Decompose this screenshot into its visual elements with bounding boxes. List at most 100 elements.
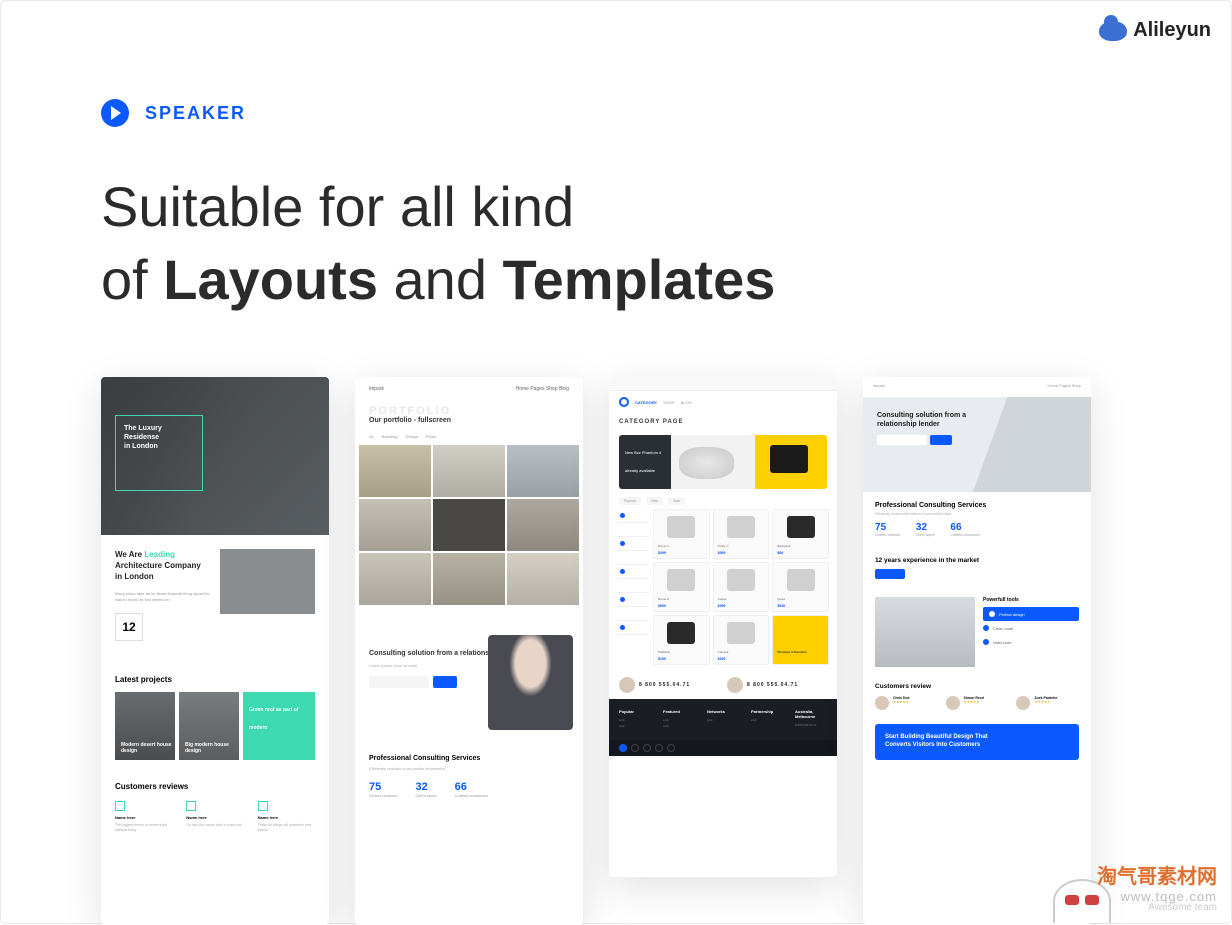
t1-hero-line1: The Luxury — [124, 424, 194, 433]
t2-consult: Consulting solution from a relationship … — [355, 635, 583, 745]
headline-line2a: of — [101, 248, 163, 311]
product: Backpack$89 — [772, 509, 829, 559]
product: Camera$299 — [713, 615, 770, 665]
product: Drone X$499 — [653, 509, 710, 559]
social-icon — [667, 744, 675, 752]
t3-contact: 8 800 555.04.71 8 800 555.04.71 — [609, 671, 837, 699]
dot-icon — [620, 597, 625, 602]
feat-item: Valid code — [983, 635, 1079, 649]
t1-proj1: Modern desert house design — [115, 692, 175, 760]
t1-hero-box: The Luxury Residense in London — [115, 415, 203, 491]
footer-col: FeaturedLinkLink — [663, 709, 695, 730]
product: Drone Z$699 — [653, 562, 710, 612]
stat: 66Coffees consumed — [950, 522, 979, 537]
t3-body: Drone X$499 Drone Y$599 Backpack$89 Dron… — [609, 509, 837, 665]
side-item — [617, 579, 649, 593]
grid-item — [507, 499, 579, 551]
grid-item — [507, 445, 579, 497]
t1-hero-line3: in London — [124, 442, 194, 451]
check-icon — [115, 801, 125, 811]
footer-col: PartnershipLink — [751, 709, 783, 730]
t1-proj3: Green roof as part of modern — [243, 692, 315, 760]
t3-footer: PopularLinkLink FeaturedLinkLink Network… — [609, 699, 837, 740]
dot-icon — [620, 569, 625, 574]
t1-hero-line2: Residense — [124, 433, 194, 442]
avatar-icon — [875, 696, 889, 710]
avatar-icon — [619, 677, 635, 693]
t1-projects: Modern desert house design Big modern ho… — [115, 692, 315, 760]
t3-filters: PopularNewSale — [609, 493, 837, 509]
template-row: The Luxury Residense in London We Are Le… — [101, 377, 1211, 925]
person-image — [488, 635, 573, 730]
button-placeholder — [433, 676, 457, 688]
side-item — [617, 537, 649, 551]
t3-socials — [609, 740, 837, 756]
avatar-icon — [1016, 696, 1030, 710]
watermark-top: Alileyun — [1099, 19, 1211, 42]
t4-exp-title: 12 years experience in the market — [875, 557, 1079, 564]
stat: 75Orders received — [369, 781, 397, 798]
product: Drone Y$599 — [713, 509, 770, 559]
stat: 32Client spent — [916, 522, 934, 537]
t1-badge: 12 — [115, 613, 143, 641]
t4-services: Professional Consulting Services Efficie… — [863, 492, 1091, 547]
side-item — [617, 509, 649, 523]
t2-tabs: AllBrandingDesignPhoto — [355, 428, 583, 445]
t4-hero-title: Consulting solution from a relationship … — [877, 411, 967, 429]
input-placeholder — [877, 435, 927, 445]
watermark-bottom-l1: 淘气哥素材网 — [1097, 860, 1217, 889]
t2-grid — [355, 445, 583, 605]
headline: Suitable for all kind of Layouts and Tem… — [101, 171, 775, 317]
t3-page-title: CATEGORY PAGE — [609, 413, 837, 431]
feature-image — [875, 597, 975, 667]
t1-hero: The Luxury Residense in London — [101, 377, 329, 535]
input-placeholder — [369, 676, 429, 688]
grid-item — [359, 499, 431, 551]
t4-cust-row: Chris Doe★★★★★ Simon Reed★★★★★ Zoek Pant… — [875, 696, 1079, 710]
grid-item — [433, 553, 505, 605]
t4-cta-text: Start Building Beautiful Design That Con… — [885, 734, 995, 750]
product: Copter$399 — [713, 562, 770, 612]
t3-nav: CATEGORYSHOPBLOG — [609, 391, 837, 413]
t3-banner-dark: New Bzz Phantom 4already available — [619, 435, 671, 489]
template-architecture: The Luxury Residense in London We Are Le… — [101, 377, 329, 925]
cloud-icon — [1099, 21, 1127, 41]
contact-item: 8 800 555.04.71 — [619, 677, 719, 693]
stat: 75Orders received — [875, 522, 900, 537]
t3-banner: New Bzz Phantom 4already available — [619, 435, 827, 489]
side-item — [617, 621, 649, 635]
headline-line2c: and — [378, 248, 503, 311]
brand-name: SPEAKER — [145, 103, 246, 124]
t4-experience: 12 years experience in the market — [863, 547, 1091, 589]
t1-section3: Customers reviews Name hereThe biggest t… — [101, 770, 329, 846]
side-item — [617, 523, 649, 537]
t1-review: Name hereGo with the nature take a close… — [186, 801, 243, 834]
customer: Zoek Panteler★★★★★ — [1016, 696, 1079, 710]
footer-col: Australia, Melbourne8 800 555.04.71 — [795, 709, 827, 730]
watermark-bottom: 淘气哥素材网 www.tqge.com Awesome team — [1097, 860, 1217, 913]
t4-nav: imparkHome Pages Shop — [863, 377, 1091, 397]
side-item — [617, 551, 649, 565]
t1-s1-image — [220, 549, 315, 614]
t1-section2: Latest projects Modern desert house desi… — [101, 665, 329, 770]
t3-banner-yellow — [755, 435, 827, 489]
side-item — [617, 593, 649, 607]
product-highlight: Phantom 3 Standard — [772, 615, 829, 665]
t3-products: Drone X$499 Drone Y$599 Backpack$89 Dron… — [653, 509, 829, 665]
footer-col: NetworksLink — [707, 709, 739, 730]
t4-cta: Start Building Beautiful Design That Con… — [875, 724, 1079, 760]
t1-section1: We Are LeadingArchitecture Companyin Lon… — [101, 535, 329, 665]
t2-stats: 75Orders received 32Client spent 66Coffe… — [369, 781, 569, 798]
check-icon — [989, 611, 995, 617]
t4-features: Powerfull tools Perfect design Clean cod… — [863, 589, 1091, 675]
t4-feat-title: Powerfull tools — [983, 597, 1079, 603]
headline-bold1: Layouts — [163, 248, 378, 311]
dot-icon — [620, 541, 625, 546]
avatar-icon — [727, 677, 743, 693]
brand: SPEAKER — [101, 99, 246, 127]
camera-image — [770, 445, 808, 473]
grid-item — [359, 445, 431, 497]
t2-nav: imparkHome Pages Shop Blog — [355, 377, 583, 401]
dot-icon — [620, 513, 625, 518]
t4-stats: 75Orders received 32Client spent 66Coffe… — [875, 522, 1079, 537]
